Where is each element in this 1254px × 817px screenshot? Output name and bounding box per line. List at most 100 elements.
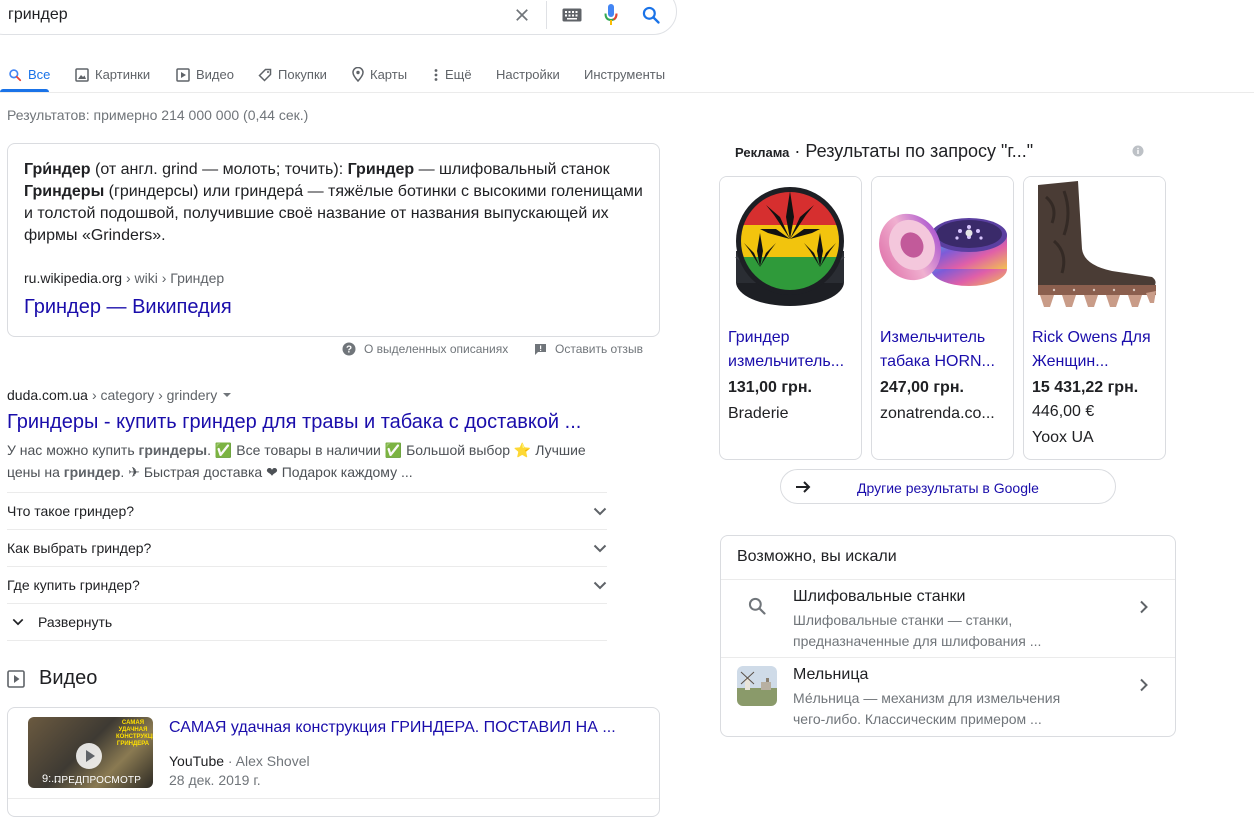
video-date: 28 дек. 2019 г.	[169, 772, 261, 788]
ad-price: 15 431,22 грн.	[1032, 379, 1139, 396]
thumbnail-title-overlay: САМАЯ УДАЧНАЯ КОНСТРУКЦИЯ ГРИНДЕРА	[116, 720, 153, 747]
play-icon	[76, 743, 102, 769]
windmill-thumbnail	[737, 666, 777, 706]
video-heading-label: Видео	[39, 667, 98, 689]
chevron-right-icon	[1140, 600, 1148, 614]
ad-title-link[interactable]: Измельчитель табака HORN...	[880, 326, 1008, 374]
text: (гриндерсы) или гриндера́ — тяжёлые боти…	[24, 183, 643, 244]
video-thumbnail[interactable]: САМАЯ УДАЧНАЯ КОНСТРУКЦИЯ ГРИНДЕРА 9:...…	[28, 717, 153, 788]
ad-card[interactable]: Гриндер измельчитель... 131,00 грн. Brad…	[719, 176, 862, 460]
more-results-button[interactable]: Другие результаты в Google	[780, 469, 1116, 504]
active-tab-indicator	[0, 89, 49, 92]
tab-maps[interactable]: Карты	[352, 58, 407, 91]
faq-question: Что такое гриндер?	[7, 503, 135, 519]
related-search-desc: Шлифовальные станки — станки, предназнач…	[793, 612, 1042, 649]
preview-label: ПРЕДПРОСМОТР	[54, 775, 142, 786]
tab-images[interactable]: Картинки	[75, 58, 150, 91]
tab-label: Картинки	[95, 67, 151, 82]
info-icon[interactable]	[1132, 144, 1144, 162]
search-icon	[748, 597, 766, 615]
ad-title-line: Гриндер	[728, 329, 790, 346]
keyboard-icon[interactable]	[559, 4, 585, 26]
featured-snippet-card: Гри́ндер (от англ. grind — молоть; точит…	[7, 143, 660, 337]
ad-product-image	[720, 177, 861, 318]
tab-shopping[interactable]: Покупки	[258, 58, 327, 91]
tab-label: Инструменты	[584, 67, 666, 82]
related-search-item[interactable]: Мельница Ме́льница — механизм для измель…	[721, 658, 1175, 735]
search-box[interactable]	[0, 0, 677, 35]
chevron-right-icon	[1140, 678, 1148, 692]
feedback-link[interactable]: Оставить отзыв	[534, 342, 643, 356]
tab-label: Видео	[196, 67, 234, 82]
ad-product-image	[1024, 177, 1165, 318]
microphone-icon[interactable]	[601, 4, 621, 26]
related-search-name: Мельница	[793, 666, 869, 683]
video-card[interactable]: САМАЯ УДАЧНАЯ КОНСТРУКЦИЯ ГРИНДЕРА 9:...…	[7, 707, 660, 817]
play-icon	[176, 67, 190, 82]
tab-label: Все	[28, 67, 51, 82]
expand-button[interactable]: Развернуть	[7, 603, 607, 640]
ads-query: · Результаты по запросу "г..."	[789, 141, 1034, 161]
faq-item[interactable]: Как выбрать гриндер?	[7, 529, 607, 566]
ad-product-image	[872, 177, 1013, 318]
ad-card[interactable]: Измельчитель табака HORN... 247,00 грн. …	[871, 176, 1014, 460]
more-vert-icon	[434, 68, 438, 81]
featured-snippet-text: Гри́ндер (от англ. grind — молоть; точит…	[24, 159, 649, 247]
tab-label: Покупки	[278, 67, 327, 82]
pin-icon	[352, 67, 364, 82]
snippet-highlight: гриндеры	[138, 442, 208, 458]
result-snippet: У нас можно купить гриндеры. ✅ Все товар…	[7, 439, 607, 483]
related-search-name: Шлифовальные станки	[793, 588, 966, 605]
ad-card[interactable]: Rick Owens Для Женщин... 15 431,22 грн. …	[1023, 176, 1166, 460]
related-search-desc: Ме́льница — механизм для измельчения чег…	[793, 690, 1061, 727]
video-platform: YouTube	[169, 753, 225, 769]
ad-title-link[interactable]: Rick Owens Для Женщин...	[1032, 326, 1160, 374]
faq-item[interactable]: Где купить гриндер?	[7, 566, 607, 603]
related-search-item[interactable]: Шлифовальные станки Шлифовальные станки …	[721, 580, 1175, 657]
search-icon[interactable]	[639, 4, 663, 26]
ad-title-line: Женщин...	[1032, 353, 1109, 370]
about-label: О выделенных описаниях	[364, 342, 509, 356]
tab-settings[interactable]: Настройки	[496, 58, 560, 91]
video-title-link[interactable]: САМАЯ удачная конструкция ГРИНДЕРА. ПОСТ…	[169, 717, 616, 739]
tab-more[interactable]: Ещё	[433, 58, 472, 91]
result-path: › wiki › Гриндер	[122, 270, 225, 286]
snippet-part: . ✈ Быстрая доставка ❤ Подарок каждому .…	[120, 464, 413, 480]
search-input[interactable]	[8, 4, 488, 26]
search-divider	[546, 1, 547, 29]
tab-tools[interactable]: Инструменты	[584, 58, 665, 91]
faq-question: Где купить гриндер?	[7, 577, 140, 593]
ad-store: zonatrenda.co...	[880, 405, 995, 422]
ad-title-link[interactable]: Гриндер измельчитель...	[728, 326, 856, 374]
ad-title-line: измельчитель...	[728, 353, 845, 370]
feedback-icon	[535, 343, 546, 355]
divider	[7, 640, 607, 641]
featured-snippet-link[interactable]: Гриндер — Википедия	[24, 294, 232, 320]
chevron-down-icon[interactable]	[221, 389, 233, 401]
text: (от англ. grind — молоть; точить):	[90, 161, 348, 178]
help-icon: ?	[342, 342, 356, 356]
video-section-heading: Видео	[7, 667, 97, 690]
text: — шлифовальный станок	[414, 161, 610, 178]
about-featured-snippets[interactable]: ? О выделенных описаниях	[342, 342, 508, 356]
arrow-right-icon	[796, 481, 811, 493]
tab-video[interactable]: Видео	[176, 58, 234, 91]
result-title-link[interactable]: Гриндеры - купить гриндер для травы и та…	[7, 409, 581, 435]
svg-text:?: ?	[346, 345, 352, 356]
term: Гриндеры	[24, 183, 105, 200]
term: Гриндер	[347, 161, 415, 178]
result-domain: ru.wikipedia.org	[24, 270, 123, 286]
ad-title-line: Rick Owens Для	[1032, 329, 1151, 346]
chevron-down-icon	[593, 544, 607, 552]
tab-all[interactable]: Все	[8, 58, 50, 91]
divider	[8, 798, 659, 799]
clear-icon[interactable]	[511, 4, 533, 26]
ad-title-line: Измельчитель	[880, 329, 986, 346]
tab-label: Ещё	[445, 67, 472, 82]
play-icon	[7, 669, 25, 688]
result-url: ru.wikipedia.org › wiki › Гриндер	[24, 270, 224, 286]
ad-original-price: 446,00 €	[1032, 403, 1095, 420]
result-path: › category › grindery	[91, 387, 218, 403]
ad-store: Braderie	[728, 405, 789, 422]
faq-item[interactable]: Что такое гриндер?	[7, 492, 607, 529]
